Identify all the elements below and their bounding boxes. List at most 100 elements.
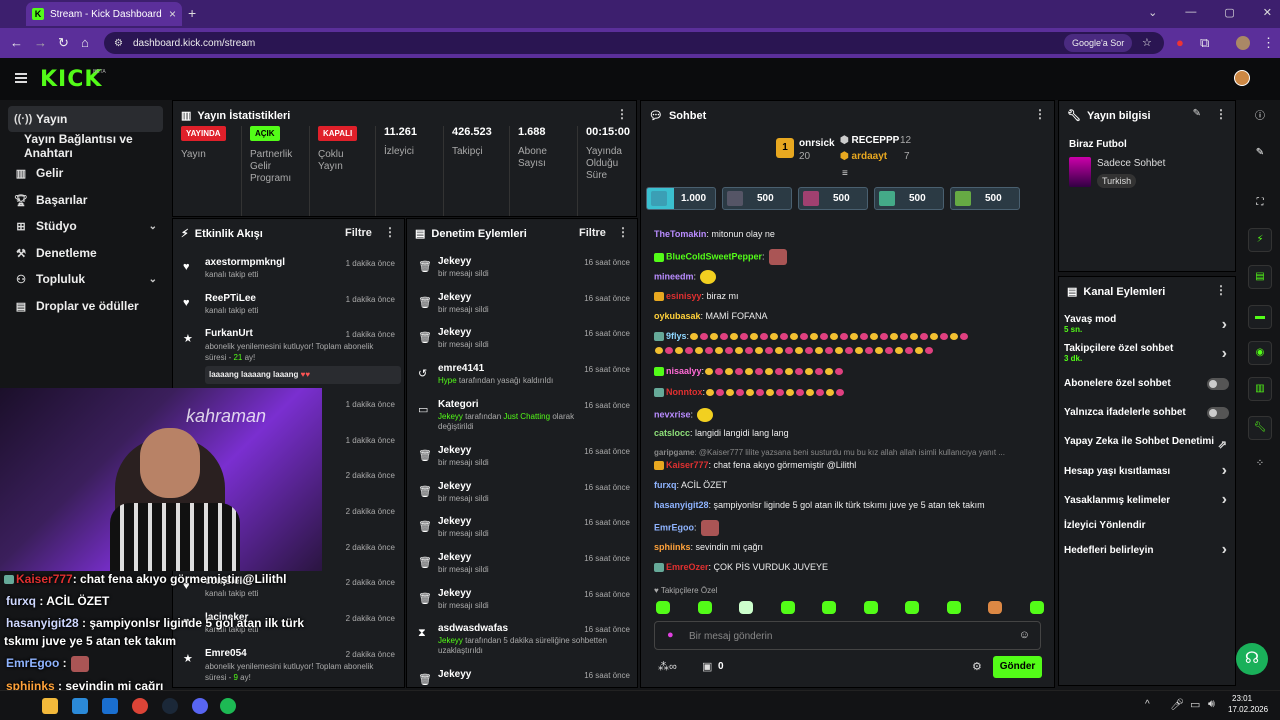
tab-search-icon[interactable]: ⌄ xyxy=(1148,6,1157,19)
chat-username[interactable]: nevxrise xyxy=(654,409,691,419)
chat-username[interactable]: EmreOzer xyxy=(666,562,709,572)
chat-username[interactable]: nisaalyy xyxy=(666,366,702,376)
file-explorer-icon[interactable] xyxy=(42,698,58,714)
more-options-icon[interactable]: ⋮ xyxy=(1034,107,1046,121)
discord-icon[interactable] xyxy=(192,698,208,714)
chat-username[interactable]: oykubasak xyxy=(654,311,701,321)
bolt-icon[interactable]: ⚡︎ xyxy=(1248,228,1272,252)
chat-username[interactable]: catslocc xyxy=(654,428,690,438)
emote-button[interactable] xyxy=(780,601,795,614)
clock-date[interactable]: 17.02.2026 xyxy=(1228,705,1268,714)
channel-action[interactable]: Yalnızca ifadelerle sohbet xyxy=(1064,407,1229,419)
wrench-icon[interactable]: 🔧︎ xyxy=(1248,416,1272,440)
more-options-icon[interactable]: ⋮ xyxy=(1215,107,1227,121)
edit-icon[interactable]: ✎ xyxy=(1248,142,1272,166)
close-window-icon[interactable]: ✕ xyxy=(1263,6,1272,19)
more-options-icon[interactable]: ⋮ xyxy=(616,107,628,121)
gift-item[interactable]: 500 xyxy=(722,187,792,210)
emote-button[interactable] xyxy=(822,601,836,614)
emoji-icon[interactable]: ☺ xyxy=(1019,629,1030,641)
emote-button[interactable] xyxy=(863,601,878,614)
chat-username[interactable]: BlueColdSweetPepper xyxy=(666,251,762,261)
more-options-icon[interactable]: ⋮ xyxy=(617,225,629,239)
chat-username[interactable]: esinisyy xyxy=(666,291,702,301)
channel-action[interactable]: Yasaklanmış kelimeler › xyxy=(1064,491,1229,508)
gift-item[interactable]: 500 xyxy=(798,187,868,210)
filter-button[interactable]: Filtre xyxy=(579,227,606,239)
mod-user[interactable]: Jekeyy xyxy=(438,516,471,527)
gift-item[interactable]: 500 xyxy=(950,187,1020,210)
chat-users-icon[interactable]: ⁂∞ xyxy=(658,660,677,673)
emote-button[interactable] xyxy=(656,601,670,614)
profile-avatar[interactable] xyxy=(1236,36,1250,50)
tray-chevron-icon[interactable]: ^ xyxy=(1145,699,1150,710)
toggle-switch[interactable] xyxy=(1207,407,1229,419)
layout-icon[interactable]: ▥ xyxy=(1248,377,1272,401)
emote-button[interactable] xyxy=(1029,601,1044,614)
chat-username[interactable]: furxq xyxy=(654,480,677,490)
channel-action[interactable]: Yapay Zeka ile Sohbet Denetimi ⇗ xyxy=(1064,436,1229,451)
sidebar-item-stream-key[interactable]: Yayın Bağlantısı ve Anahtarı xyxy=(18,132,178,160)
mod-user[interactable]: Jekeyy xyxy=(438,256,471,267)
activity-user[interactable]: Emre054 xyxy=(205,648,247,659)
fullscreen-icon[interactable]: ⛶ xyxy=(1248,192,1272,216)
outlook-icon[interactable] xyxy=(102,698,118,714)
gift-item[interactable]: 1.000 xyxy=(646,187,716,210)
mod-user[interactable]: Jekeyy xyxy=(438,552,471,563)
chat-username[interactable]: mineedm xyxy=(654,271,694,281)
gift-item[interactable]: 500 xyxy=(874,187,944,210)
send-button[interactable]: Gönder xyxy=(993,656,1042,678)
user-avatar[interactable] xyxy=(1234,70,1250,86)
filter-button[interactable]: Filtre xyxy=(345,227,372,239)
mod-user[interactable]: emre4141 xyxy=(438,363,484,374)
channel-action[interactable]: Hesap yaşı kısıtlaması › xyxy=(1064,462,1229,479)
chat-username[interactable]: EmrEgoo xyxy=(654,522,694,532)
info-icon[interactable]: ⓘ xyxy=(1248,106,1272,130)
help-button[interactable]: ☊ xyxy=(1236,643,1268,675)
mod-user[interactable]: Jekeyy xyxy=(438,588,471,599)
chrome-icon[interactable] xyxy=(132,698,148,714)
chat-input[interactable]: ● Bir mesaj gönderin ☺ xyxy=(654,621,1041,650)
chat-username[interactable]: Kaiser777 xyxy=(666,460,709,470)
chat-username[interactable]: 9flys xyxy=(666,331,687,341)
site-info-icon[interactable]: ⚙ xyxy=(114,38,123,49)
menu-icon[interactable] xyxy=(15,73,27,83)
emote-button[interactable] xyxy=(905,601,919,614)
sidebar-item-drops[interactable]: ▤ Droplar ve ödüller xyxy=(8,293,163,319)
channel-action[interactable]: Hedefleri belirleyin › xyxy=(1064,541,1229,558)
emote-button[interactable] xyxy=(946,601,961,614)
mic-tray-icon[interactable]: 🎤︎ xyxy=(1170,698,1184,711)
new-tab-icon[interactable]: + xyxy=(188,5,196,21)
chat-icon[interactable]: ▬ xyxy=(1248,305,1272,329)
channel-action[interactable]: Takipçilere özel sohbet 3 dk. › xyxy=(1064,343,1229,363)
sidebar-item-moderation[interactable]: ⚒ Denetleme xyxy=(8,240,163,266)
clock-time[interactable]: 23:01 xyxy=(1232,694,1252,703)
store-icon[interactable] xyxy=(72,698,88,714)
volume-icon[interactable]: 🔊︎ xyxy=(1208,698,1215,711)
mod-user[interactable]: Jekeyy xyxy=(438,292,471,303)
activity-user[interactable]: FurkanUrt xyxy=(205,328,253,339)
sidebar-item-broadcast[interactable]: ((·)) Yayın xyxy=(8,106,163,132)
sidebar-item-achievements[interactable]: 🏆︎ Başarılar xyxy=(8,187,163,213)
chat-settings-icon[interactable]: ⚙ xyxy=(972,660,982,673)
channel-action[interactable]: İzleyici Yönlendir xyxy=(1064,520,1229,531)
chat-username[interactable]: TheTomakin xyxy=(654,229,706,239)
activity-user[interactable]: ReePTiLee xyxy=(205,293,256,304)
steam-icon[interactable] xyxy=(162,698,178,714)
more-apps-icon[interactable]: ⁘ xyxy=(1248,453,1272,477)
minimize-icon[interactable]: — xyxy=(1185,6,1196,19)
leader-name[interactable]: ⬢ ardaayt xyxy=(840,151,887,162)
channel-action[interactable]: Yavaş mod 5 sn. › xyxy=(1064,314,1229,334)
network-icon[interactable]: ▭ xyxy=(1190,698,1200,711)
sidebar-item-revenue[interactable]: ▥ Gelir xyxy=(8,160,163,186)
bookmark-star-icon[interactable]: ☆ xyxy=(1142,36,1152,49)
google-ask-button[interactable]: Google'a Sor xyxy=(1064,34,1133,52)
mod-user[interactable]: Jekeyy xyxy=(438,445,471,456)
browser-menu-icon[interactable]: ⋮ xyxy=(1262,35,1275,51)
more-options-icon[interactable]: ⋮ xyxy=(384,225,396,239)
emote-button[interactable] xyxy=(697,601,712,614)
forward-icon[interactable]: → xyxy=(34,35,47,50)
extensions-puzzle-icon[interactable]: ⧉ xyxy=(1200,35,1209,51)
sidebar-item-community[interactable]: ⚇ Topluluk ⌄ xyxy=(8,266,163,292)
chat-username[interactable]: sphiinks xyxy=(654,542,691,552)
